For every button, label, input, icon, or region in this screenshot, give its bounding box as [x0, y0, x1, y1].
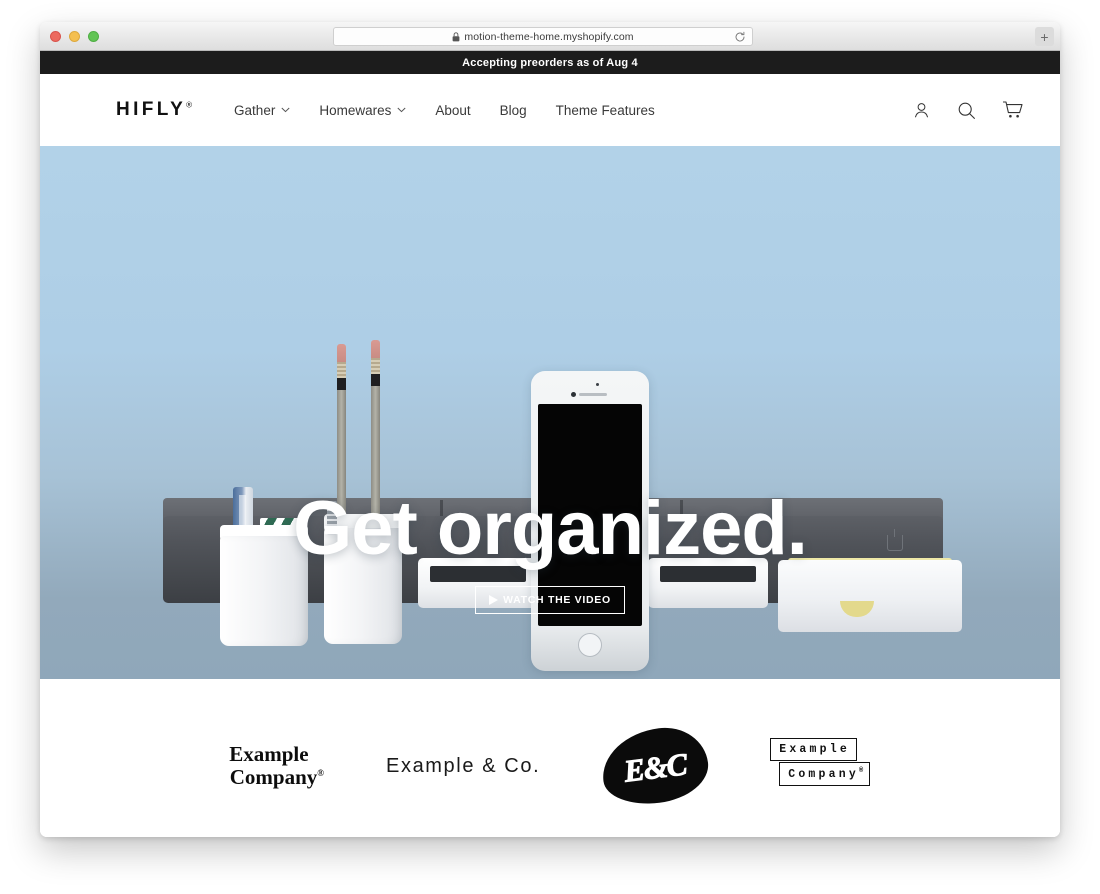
brand-logo[interactable]: HIFLY® [116, 99, 192, 121]
brand-logo-bar: Example Company® Example & Co. E&C Examp… [40, 679, 1060, 837]
close-window-button[interactable] [50, 31, 61, 42]
site-content: Accepting preorders as of Aug 4 HIFLY® G… [40, 51, 1060, 837]
play-icon [489, 595, 499, 605]
announcement-text: Accepting preorders as of Aug 4 [462, 56, 638, 69]
watch-the-video-button[interactable]: WATCH THE VIDEO [475, 586, 625, 614]
nav-item-blog[interactable]: Blog [500, 103, 527, 118]
account-icon[interactable] [912, 101, 931, 120]
nav-item-theme-features[interactable]: Theme Features [556, 103, 655, 118]
site-header: HIFLY® Gather Homewares About Blog Theme… [40, 74, 1060, 146]
logo-trademark: ® [317, 768, 325, 778]
chevron-down-icon [281, 107, 290, 113]
browser-window: motion-theme-home.myshopify.com + Accept… [40, 22, 1060, 837]
logo-line-1: Example [229, 742, 309, 767]
logo-text: E&C [622, 746, 689, 789]
nav-label: Homewares [319, 102, 392, 118]
brand-trademark: ® [186, 100, 193, 110]
new-tab-label: + [1040, 28, 1049, 45]
logo-trademark: ® [858, 767, 864, 775]
logo-example-company-boxed[interactable]: Example Company® [770, 738, 886, 794]
hero-section: Get organized. WATCH THE VIDEO [40, 146, 1060, 679]
nav-label: Theme Features [555, 102, 655, 118]
nav-label: Blog [499, 102, 527, 118]
logo-line-1: Example [770, 738, 857, 761]
nav-item-gather[interactable]: Gather [234, 103, 290, 118]
hero-title: Get organized. [293, 486, 808, 571]
search-icon[interactable] [957, 101, 976, 120]
minimize-window-button[interactable] [69, 31, 80, 42]
nav-label: About [435, 102, 471, 118]
main-navigation: Gather Homewares About Blog Theme Featur… [234, 103, 655, 118]
logo-example-and-co[interactable]: Example & Co. [386, 755, 540, 778]
address-bar[interactable]: motion-theme-home.myshopify.com [333, 27, 753, 46]
logo-e-and-c[interactable]: E&C [598, 722, 713, 810]
nav-item-about[interactable]: About [435, 103, 470, 118]
address-bar-url: motion-theme-home.myshopify.com [464, 30, 634, 43]
header-actions [912, 100, 1024, 120]
logo-text: Example & Co. [386, 754, 541, 777]
nav-item-homewares[interactable]: Homewares [319, 103, 406, 118]
announcement-bar: Accepting preorders as of Aug 4 [40, 51, 1060, 74]
logo-line-2: Company [788, 767, 859, 781]
logo-line-2: Company [229, 765, 318, 789]
reload-icon[interactable] [734, 31, 746, 43]
nav-label: Gather [234, 102, 276, 118]
watch-the-video-label: WATCH THE VIDEO [503, 594, 611, 606]
lock-icon [452, 31, 460, 41]
logo-example-company-serif[interactable]: Example Company® [214, 743, 324, 788]
maximize-window-button[interactable] [88, 31, 99, 42]
chevron-down-icon [397, 107, 406, 113]
cart-icon[interactable] [1002, 100, 1024, 120]
hero-overlay: Get organized. WATCH THE VIDEO [40, 491, 1060, 614]
window-controls [50, 31, 99, 42]
brand-name: HIFLY [116, 99, 187, 120]
browser-chrome: motion-theme-home.myshopify.com + [40, 22, 1060, 51]
new-tab-button[interactable]: + [1035, 27, 1054, 46]
